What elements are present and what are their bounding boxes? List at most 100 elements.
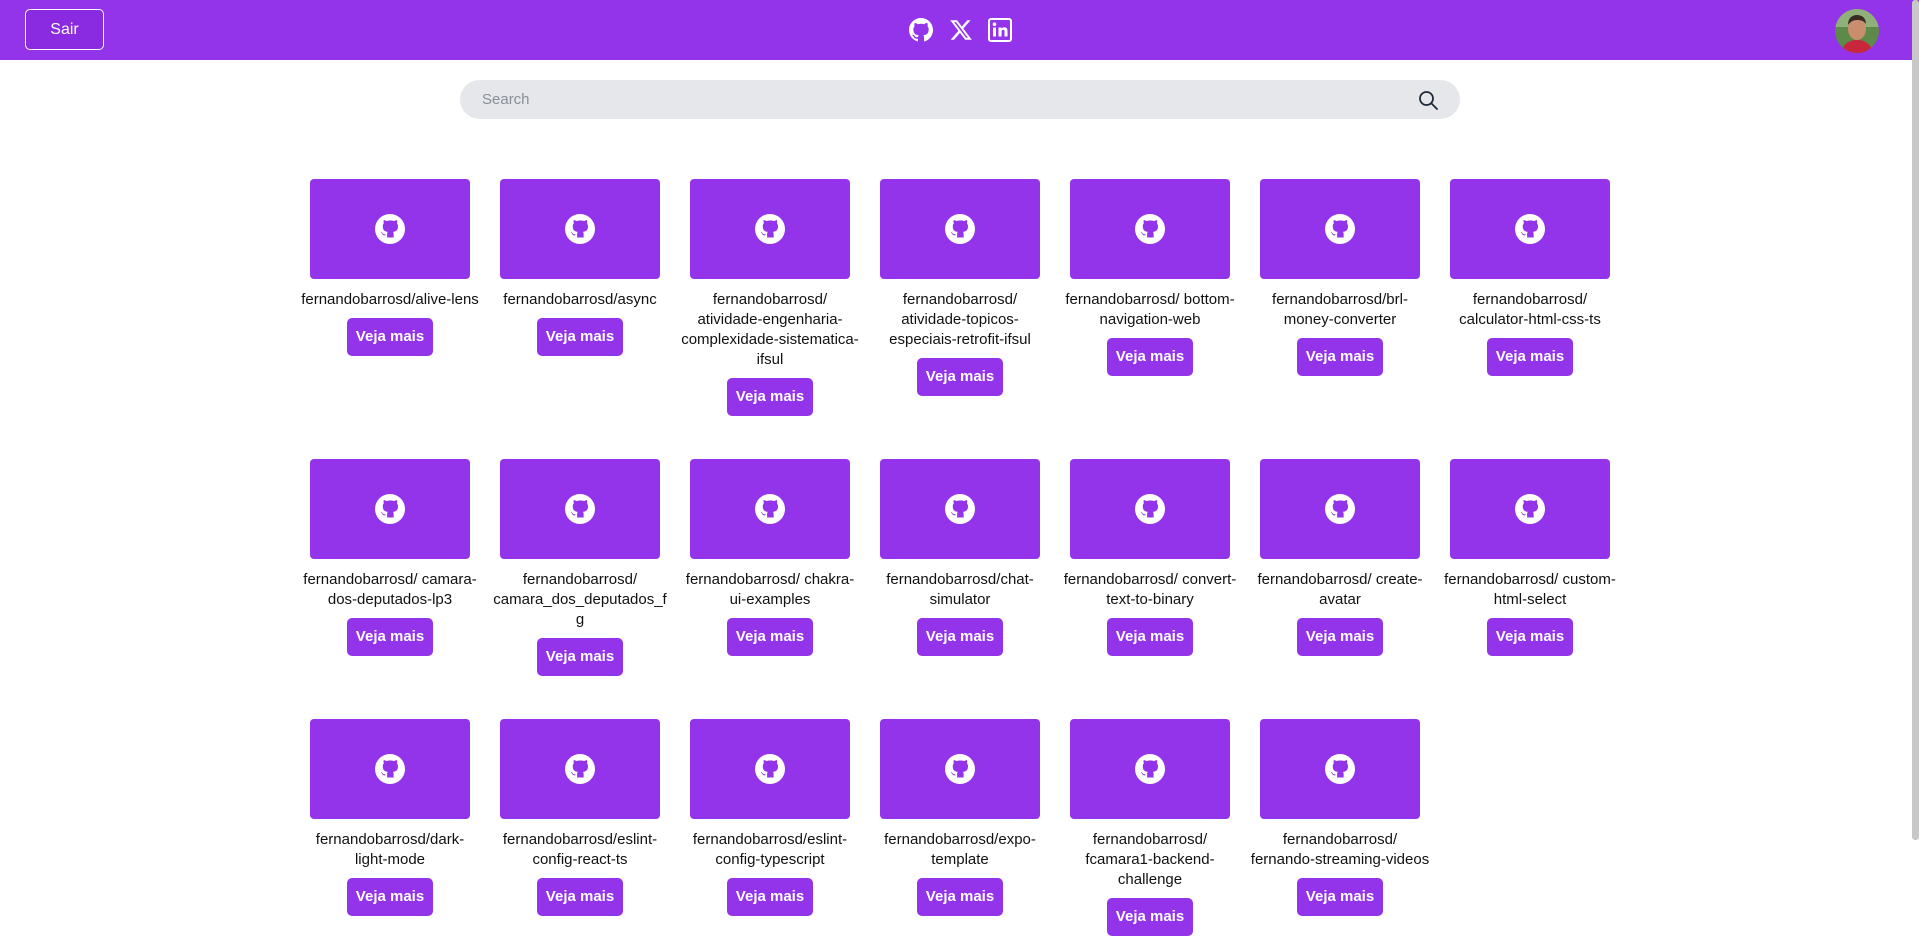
- repo-card: fernandobarrosd/ atividade-topicos-espec…: [880, 179, 1040, 396]
- github-icon: [565, 494, 595, 524]
- see-more-button[interactable]: Veja mais: [917, 618, 1003, 656]
- repo-thumbnail[interactable]: [310, 179, 470, 279]
- repo-card: fernandobarrosd/ camara-dos-deputados-lp…: [303, 459, 477, 656]
- repo-card: fernandobarrosd/ create-avatar Veja mais: [1257, 459, 1423, 656]
- repo-title: fernandobarrosd/ custom-html-select: [1444, 571, 1616, 608]
- search-input[interactable]: [482, 80, 1402, 119]
- page-scrollbar[interactable]: [1912, 0, 1919, 840]
- repo-card: fernandobarrosd/ fernando-streaming-vide…: [1251, 719, 1429, 916]
- see-more-button[interactable]: Veja mais: [917, 878, 1003, 916]
- github-icon: [945, 494, 975, 524]
- repo-card: fernandobarrosd/brl-money-converter Veja…: [1260, 179, 1420, 376]
- see-more-button[interactable]: Veja mais: [1107, 338, 1193, 376]
- repo-title: fernandobarrosd/ calculator-html-css-ts: [1459, 291, 1601, 328]
- see-more-button[interactable]: Veja mais: [1297, 338, 1383, 376]
- repo-thumbnail[interactable]: [690, 459, 850, 559]
- repo-card: fernandobarrosd/async Veja mais: [500, 179, 660, 356]
- github-icon: [1135, 494, 1165, 524]
- see-more-button[interactable]: Veja mais: [347, 878, 433, 916]
- see-more-button[interactable]: Veja mais: [727, 618, 813, 656]
- repo-card: fernandobarrosd/expo-template Veja mais: [880, 719, 1040, 916]
- github-icon: [755, 214, 785, 244]
- github-icon[interactable]: [909, 18, 933, 42]
- repo-thumbnail[interactable]: [1260, 459, 1420, 559]
- repo-thumbnail[interactable]: [310, 719, 470, 819]
- repo-card: fernandobarrosd/ calculator-html-css-ts …: [1450, 179, 1610, 376]
- linkedin-icon[interactable]: [988, 18, 1012, 42]
- repo-thumbnail[interactable]: [310, 459, 470, 559]
- repo-title: fernandobarrosd/ fernando-streaming-vide…: [1250, 831, 1430, 868]
- see-more-button[interactable]: Veja mais: [1487, 338, 1573, 376]
- repo-card: fernandobarrosd/alive-lens Veja mais: [301, 179, 479, 356]
- repo-title: fernandobarrosd/eslint-config-react-ts: [502, 831, 658, 868]
- repo-card: fernandobarrosd/ fcamara1-backend-challe…: [1070, 719, 1230, 936]
- top-navbar: Sair: [0, 0, 1919, 60]
- github-icon: [1135, 214, 1165, 244]
- repo-card: fernandobarrosd/chat-simulator Veja mais: [880, 459, 1040, 656]
- repo-title: fernandobarrosd/ fcamara1-backend-challe…: [1085, 831, 1215, 888]
- repo-title: fernandobarrosd/ convert-text-to-binary: [1063, 571, 1237, 608]
- github-icon: [1325, 754, 1355, 784]
- search-icon[interactable]: [1418, 90, 1438, 110]
- github-icon: [755, 494, 785, 524]
- see-more-button[interactable]: Veja mais: [1297, 618, 1383, 656]
- see-more-button[interactable]: Veja mais: [1297, 878, 1383, 916]
- github-icon: [565, 754, 595, 784]
- github-icon: [755, 754, 785, 784]
- see-more-button[interactable]: Veja mais: [537, 638, 623, 676]
- github-icon: [1325, 214, 1355, 244]
- repo-thumbnail[interactable]: [500, 459, 660, 559]
- repo-card: fernandobarrosd/ convert-text-to-binary …: [1064, 459, 1236, 656]
- see-more-button[interactable]: Veja mais: [1107, 898, 1193, 936]
- repo-title: fernandobarrosd/ camara-dos-deputados-lp…: [303, 571, 477, 608]
- repo-thumbnail[interactable]: [500, 179, 660, 279]
- repo-title: fernandobarrosd/expo-template: [884, 831, 1036, 868]
- repo-thumbnail[interactable]: [1070, 179, 1230, 279]
- repo-card: fernandobarrosd/ bottom-navigation-web V…: [1065, 179, 1235, 376]
- github-icon: [565, 214, 595, 244]
- repo-card: fernandobarrosd/dark-light-mode Veja mai…: [310, 719, 470, 916]
- repo-thumbnail[interactable]: [1070, 719, 1230, 819]
- repo-thumbnail[interactable]: [690, 719, 850, 819]
- github-icon: [375, 754, 405, 784]
- repo-title: fernandobarrosd/async: [503, 291, 657, 308]
- repo-card: fernandobarrosd/eslint-config-typescript…: [690, 719, 850, 916]
- repo-card: fernandobarrosd/ custom-html-select Veja…: [1444, 459, 1616, 656]
- see-more-button[interactable]: Veja mais: [1487, 618, 1573, 656]
- repo-title: fernandobarrosd/alive-lens: [301, 291, 479, 308]
- repo-thumbnail[interactable]: [880, 179, 1040, 279]
- repo-title: fernandobarrosd/brl-money-converter: [1272, 291, 1408, 328]
- repo-title: fernandobarrosd/dark-light-mode: [315, 831, 465, 868]
- x-icon[interactable]: [949, 18, 973, 42]
- see-more-button[interactable]: Veja mais: [1107, 618, 1193, 656]
- see-more-button[interactable]: Veja mais: [347, 618, 433, 656]
- repo-thumbnail[interactable]: [1450, 459, 1610, 559]
- repo-thumbnail[interactable]: [1260, 179, 1420, 279]
- repo-title: fernandobarrosd/ atividade-topicos-espec…: [889, 291, 1031, 348]
- repo-card: fernandobarrosd/ camara_dos_deputados_fg…: [493, 459, 667, 676]
- github-icon: [945, 214, 975, 244]
- repo-title: fernandobarrosd/eslint-config-typescript: [692, 831, 848, 868]
- see-more-button[interactable]: Veja mais: [917, 358, 1003, 396]
- github-icon: [375, 494, 405, 524]
- repo-thumbnail[interactable]: [690, 179, 850, 279]
- repo-thumbnail[interactable]: [1450, 179, 1610, 279]
- repo-title: fernandobarrosd/ chakra-ui-examples: [685, 571, 855, 608]
- search-bar: [460, 80, 1460, 119]
- user-avatar[interactable]: [1835, 9, 1879, 53]
- repo-thumbnail[interactable]: [880, 719, 1040, 819]
- repo-title: fernandobarrosd/ atividade-engenharia-co…: [681, 291, 859, 368]
- repo-thumbnail[interactable]: [1070, 459, 1230, 559]
- see-more-button[interactable]: Veja mais: [347, 318, 433, 356]
- see-more-button[interactable]: Veja mais: [537, 318, 623, 356]
- repo-thumbnail[interactable]: [880, 459, 1040, 559]
- see-more-button[interactable]: Veja mais: [727, 878, 813, 916]
- repo-card: fernandobarrosd/ chakra-ui-examples Veja…: [686, 459, 854, 656]
- logout-button[interactable]: Sair: [25, 9, 104, 50]
- github-icon: [1325, 494, 1355, 524]
- repo-card: fernandobarrosd/ atividade-engenharia-co…: [681, 179, 859, 416]
- see-more-button[interactable]: Veja mais: [537, 878, 623, 916]
- see-more-button[interactable]: Veja mais: [727, 378, 813, 416]
- repo-thumbnail[interactable]: [1260, 719, 1420, 819]
- repo-thumbnail[interactable]: [500, 719, 660, 819]
